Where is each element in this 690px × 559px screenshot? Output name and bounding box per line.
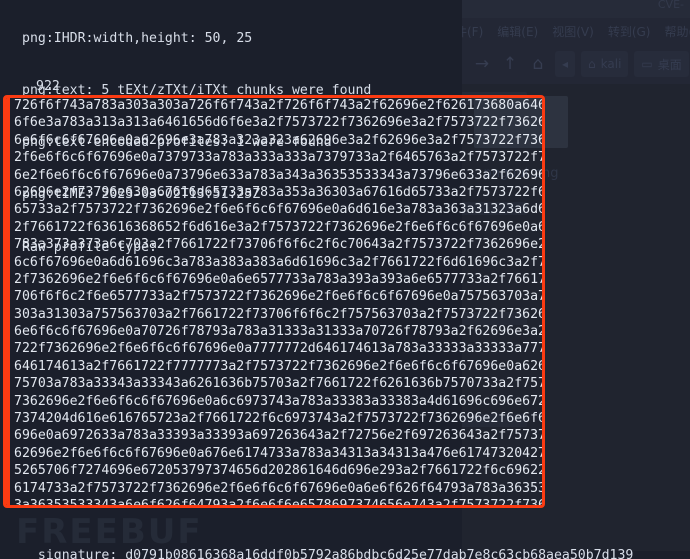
desktop-icon: ▭ [641, 57, 653, 71]
menu-go[interactable]: 转到(G) [608, 23, 651, 40]
artifacts-block: signature: d0791b08616368a16ddf0b5792a86… [0, 512, 633, 559]
hex-line: 6c6f67696e0a6d61696c3a783a383a383a6d6169… [14, 254, 545, 270]
hex-line: 6f6e3a783a313a313a6461656d6f6e3a2f757372… [14, 115, 545, 131]
hex-line: 2f7362696e2f6e6f6c6f67696e0a6e6577733a78… [14, 271, 545, 287]
hex-payload-highlight-box: 726f6f743a783a303a303a726f6f743a2f726f6f… [3, 95, 545, 508]
hex-line: 646174613a2f7661722f7777773a2f7573722f73… [14, 358, 545, 374]
hex-line: 6e6f6c6f67696e0a70726f78793a783a31333a31… [14, 324, 545, 340]
hex-line: 303a31303a757563703a2f7661722f73706f6f6c… [14, 306, 545, 322]
hex-payload-text[interactable]: 726f6f743a783a303a303a726f6f743a2f726f6f… [6, 98, 545, 508]
breadcrumb-kali-label: kali [600, 57, 622, 71]
hex-line: 6e2f6e6f6c6f67696e0a73796e633a783a343a36… [14, 167, 545, 183]
hex-line: 696e0a6972633a783a33393a33393a697263643a… [14, 428, 545, 444]
hex-line: 75703a783a33343a33343a6261636b75703a2f76… [14, 376, 545, 392]
hex-line: 2f6e6f6c6f67696e0a7379733a783a333a333a73… [14, 150, 545, 166]
hex-line: 6e6f6c6f67696e0a62696e3a783a323a323a6269… [14, 132, 545, 148]
background-window-titlebar: CVE- [441, 0, 690, 18]
background-menubar[interactable]: 文件(F) 编辑(E) 视图(V) 转到(G) 帮助(H) [441, 18, 690, 44]
hex-line: 722f7362696e2f6e6f6c6f67696e0a7777772d64… [14, 341, 545, 357]
forward-arrow-icon[interactable]: → [471, 54, 493, 74]
menu-edit[interactable]: 编辑(E) [497, 23, 538, 40]
breadcrumb-home-icon: ⌂ [588, 57, 596, 71]
home-icon[interactable]: ⌂ [527, 54, 549, 74]
hex-line: 5265706f7274696e672053797374656d20286164… [14, 463, 545, 479]
metadata-line: png:IHDR:width,height: 50, 25 [22, 30, 253, 46]
breadcrumb-kali[interactable]: ⌂ kali [581, 51, 629, 77]
signature-line: signature: d0791b08616368a16ddf0b5792a86… [22, 547, 634, 559]
breadcrumb-prev[interactable]: ◂ [555, 51, 576, 77]
menu-help[interactable]: 帮助(H) [664, 23, 690, 40]
background-window-title: CVE- [657, 0, 684, 11]
hex-line: 65733a2f7573722f7362696e2f6e6f6c6f67696e… [14, 202, 545, 218]
hex-line: 706f6f6c2f6e6577733a2f7573722f7362696e2f… [14, 289, 545, 305]
hex-line: 62696e2f73796e630a67616d65733a783a353a36… [14, 184, 545, 200]
hex-line: 62696e2f6e6f6c6f67696e0a676e6174733a783a… [14, 445, 545, 461]
chevron-left-icon[interactable]: ◂ [562, 57, 568, 71]
hex-line: 7374204d616e616765723a2f7661722f6c697374… [14, 411, 545, 427]
hex-line: 783a373a373a6c703a2f7661722f73706f6f6c2f… [14, 237, 545, 253]
hex-line: 2f7661722f63616368652f6d616e3a2f7573722f… [14, 219, 545, 235]
hex-line: 3a36353533343a6e6f626f64793a2f6e6f6e6578… [14, 497, 545, 508]
menu-view[interactable]: 视图(V) [552, 23, 594, 40]
raw-profile-byte-count: 922 [36, 79, 60, 94]
hex-line: 6174733a2f7573722f7362696e2f6e6f6c6f6769… [14, 480, 545, 496]
hex-line: 726f6f743a783a303a303a726f6f743a2f726f6f… [14, 98, 545, 113]
screen: CVE- 文件(F) 编辑(E) 视图(V) 转到(G) 帮助(H) ← → ↑… [0, 0, 690, 559]
background-toolbar[interactable]: ← → ↑ ⌂ ◂ ⌂ kali ▭ 桌面 [441, 44, 690, 84]
breadcrumb-desktop-label: 桌面 [657, 57, 682, 72]
breadcrumb-desktop[interactable]: ▭ 桌面 [634, 51, 689, 77]
up-arrow-icon[interactable]: ↑ [499, 54, 521, 74]
hex-line: 7362696e2f6e6f6c6f67696e0a6c6973743a783a… [14, 393, 545, 409]
